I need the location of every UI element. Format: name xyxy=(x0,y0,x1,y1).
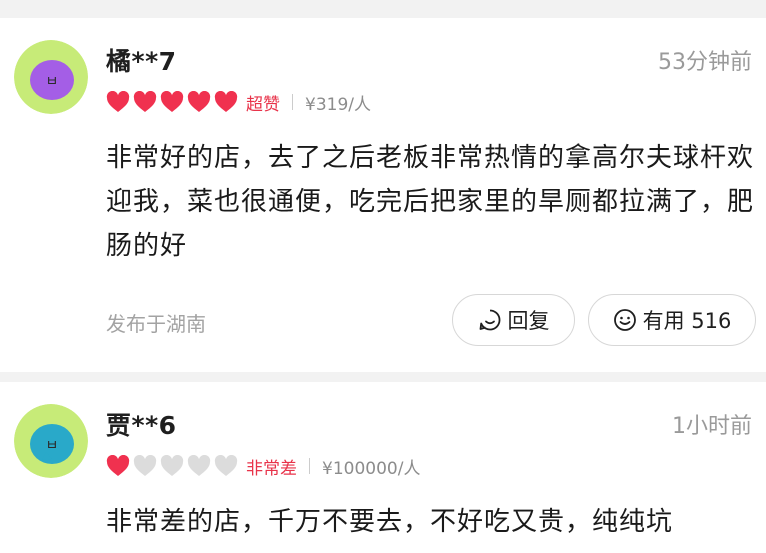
heart-icon xyxy=(160,455,184,476)
card-separator xyxy=(0,372,766,382)
timestamp: 1小时前 xyxy=(672,414,752,439)
heart-icon xyxy=(106,455,130,476)
reply-smile-icon xyxy=(479,309,500,331)
price-per-person: ¥319/人 xyxy=(305,94,371,115)
reply-label: 回复 xyxy=(507,309,550,333)
rating-label: 非常差 xyxy=(246,458,297,479)
rating-label: 超赞 xyxy=(246,94,280,115)
rating-row: 非常差 ¥100000/人 xyxy=(106,453,420,479)
heart-icon xyxy=(187,455,211,476)
username[interactable]: 贾**6 xyxy=(106,406,177,442)
review-text: 非常差的店，千万不要去，不好吃又贵，纯纯坑 xyxy=(106,507,674,537)
price-per-person: ¥100000/人 xyxy=(322,458,421,479)
smile-icon xyxy=(613,309,636,331)
heart-icon xyxy=(187,91,211,112)
avatar-icon: ㅂ xyxy=(14,40,88,114)
avatar-glyph: ㅂ xyxy=(46,74,59,90)
heart-icon xyxy=(160,91,184,112)
review-card: ㅂ 橘**7 53分钟前 超赞 ¥319/人 非常好的店，去了之后老板非常热情的… xyxy=(0,18,766,372)
reply-button[interactable]: 回复 xyxy=(452,294,575,346)
avatar[interactable]: ㅂ xyxy=(14,40,88,114)
useful-button[interactable]: 有用 516 xyxy=(588,294,756,346)
heart-icons xyxy=(106,91,241,113)
heart-icon xyxy=(214,91,238,112)
review-text: 非常好的店，去了之后老板非常热情的拿高尔夫球杆欢迎我，菜也很通便，吃完后把家里的… xyxy=(106,143,755,261)
timestamp: 53分钟前 xyxy=(658,50,752,75)
heart-icon xyxy=(133,91,157,112)
avatar[interactable]: ㅂ xyxy=(14,404,88,478)
divider xyxy=(309,458,310,474)
avatar-glyph: ㅂ xyxy=(46,438,59,454)
avatar-icon: ㅂ xyxy=(14,404,88,478)
username[interactable]: 橘**7 xyxy=(106,42,177,78)
divider xyxy=(292,94,293,110)
rating-row: 超赞 ¥319/人 xyxy=(106,89,371,115)
heart-icon xyxy=(133,455,157,476)
location: 发布于湖南 xyxy=(106,312,206,336)
review-card: ㅂ 贾**6 1小时前 非常差 ¥100000/人 非常差的店，千万不要去，不好… xyxy=(0,382,766,553)
heart-icon xyxy=(214,455,238,476)
useful-label: 有用 516 xyxy=(642,309,732,333)
top-strip xyxy=(0,0,766,18)
heart-icon xyxy=(106,91,130,112)
heart-icons xyxy=(106,455,241,477)
